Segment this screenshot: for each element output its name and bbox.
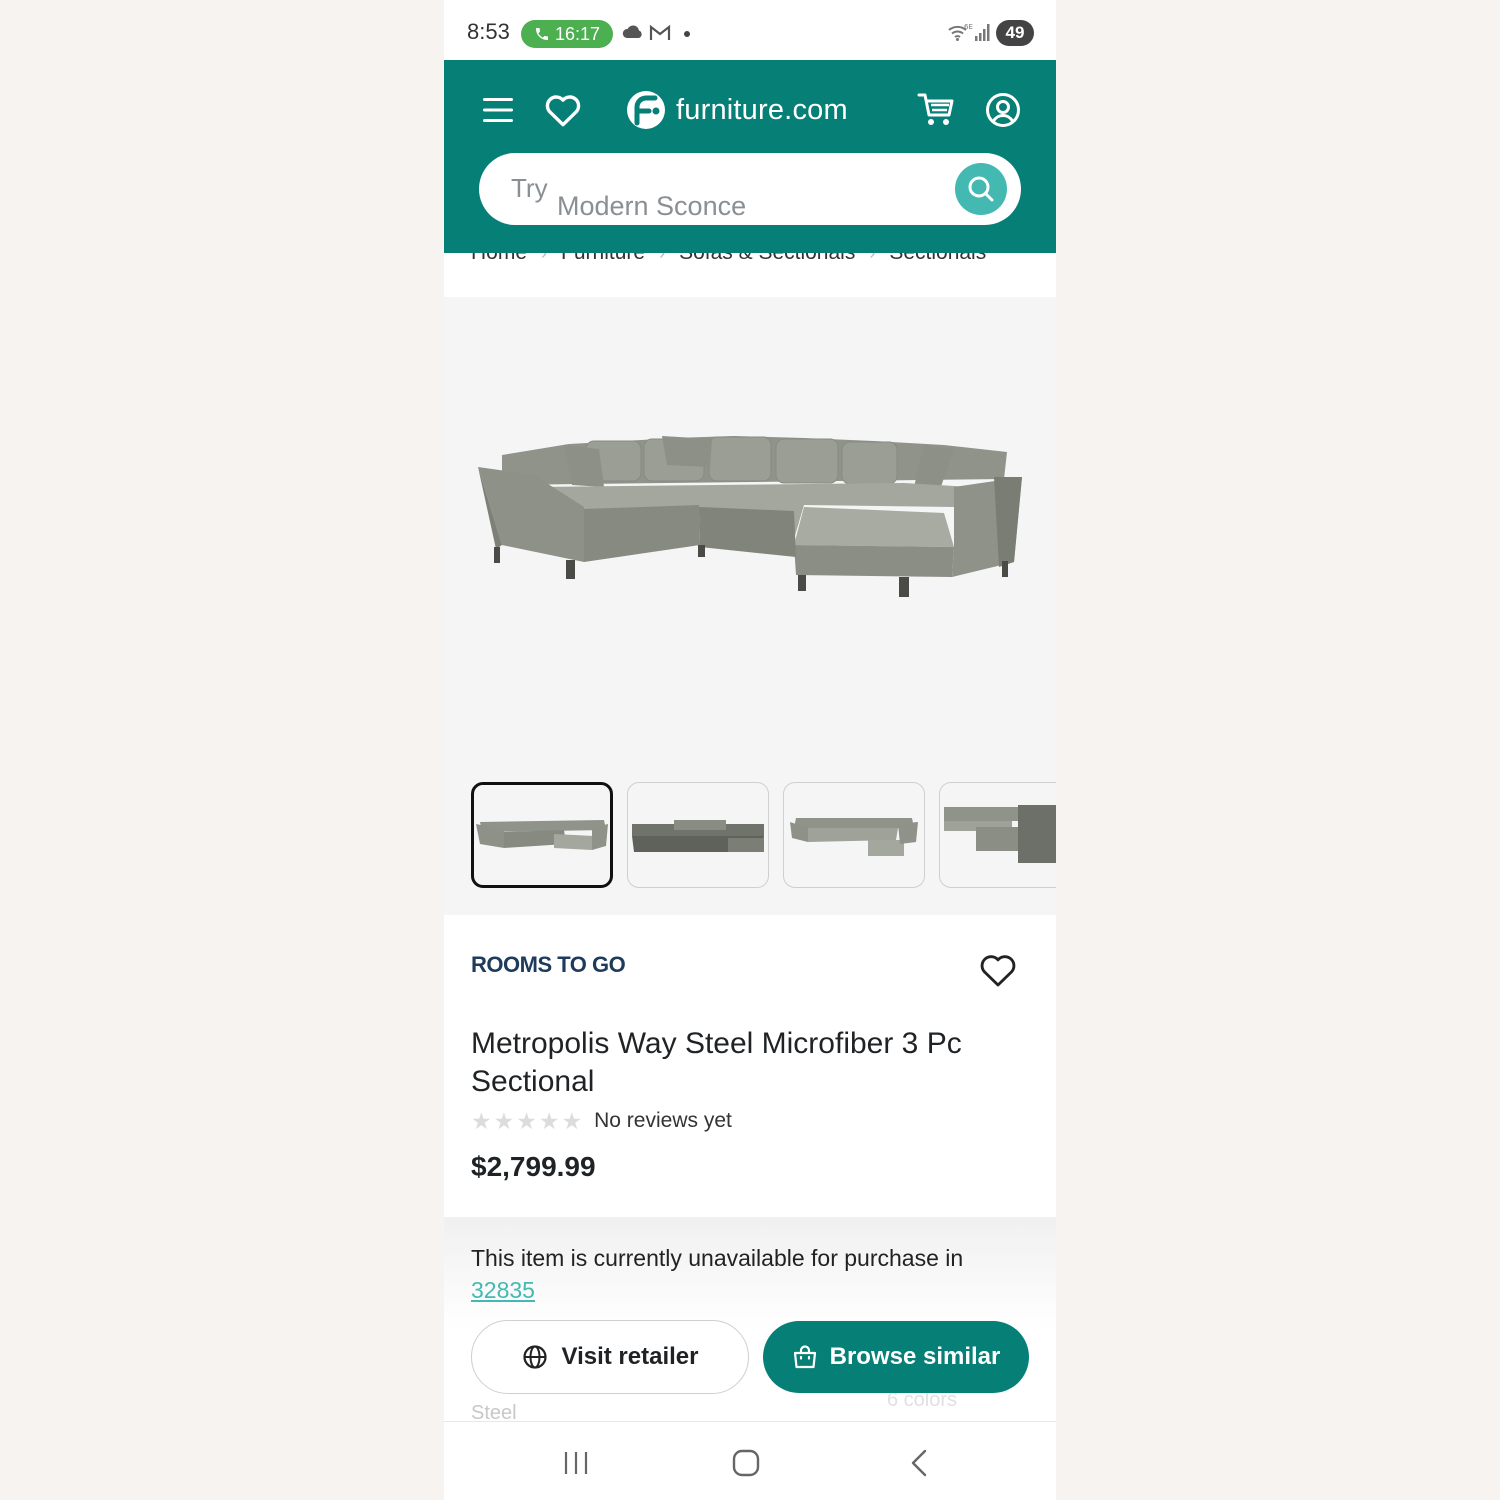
thumbnail-2[interactable] bbox=[627, 782, 769, 888]
breadcrumb-sectionals[interactable]: Sectionals bbox=[889, 253, 986, 265]
signal-icon bbox=[975, 24, 990, 41]
color-option-obscured: Steel bbox=[471, 1402, 517, 1421]
shopping-bag-icon bbox=[793, 1345, 816, 1369]
star-icon: ★ bbox=[493, 1107, 515, 1134]
availability-message: This item is currently unavailable for p… bbox=[471, 1242, 1031, 1306]
search-placeholder: Modern Sconce bbox=[557, 191, 747, 221]
battery-indicator: 49 bbox=[996, 20, 1034, 46]
thumbnail-strip bbox=[471, 782, 1056, 888]
browse-similar-label: Browse similar bbox=[829, 1343, 1001, 1370]
thumbnail-1[interactable] bbox=[471, 782, 613, 888]
breadcrumb-home[interactable]: Home bbox=[471, 253, 527, 265]
site-header: furniture.com Try Modern Sconce bbox=[444, 60, 1056, 253]
visit-retailer-button[interactable]: Visit retailer bbox=[471, 1320, 749, 1394]
phone-icon bbox=[535, 28, 548, 40]
thumbnail-3[interactable] bbox=[783, 782, 925, 888]
chevron-right-icon: › bbox=[869, 253, 875, 264]
visit-retailer-label: Visit retailer bbox=[561, 1343, 699, 1370]
status-bar: 8:53 16:17 6E 49 bbox=[444, 0, 1056, 60]
thumbnail-image bbox=[790, 818, 918, 856]
star-icon: ★ bbox=[538, 1107, 560, 1134]
search-try-prefix: Try bbox=[511, 173, 548, 203]
back-icon[interactable] bbox=[905, 1448, 935, 1478]
notification-dot bbox=[684, 31, 690, 37]
svg-text:6E: 6E bbox=[964, 23, 973, 31]
thumbnail-image bbox=[944, 805, 1056, 863]
home-icon[interactable] bbox=[731, 1448, 761, 1478]
gmail-icon bbox=[649, 24, 671, 40]
search-icon bbox=[968, 176, 994, 202]
product-main-image[interactable] bbox=[474, 427, 1030, 627]
product-rating[interactable]: ★ ★ ★ ★ ★ No reviews yet bbox=[471, 1109, 732, 1133]
thumbnail-4[interactable] bbox=[939, 782, 1056, 888]
retailer-logo[interactable]: ROOMS TO GO bbox=[471, 952, 626, 978]
heart-icon[interactable] bbox=[544, 93, 582, 127]
cloud-icon bbox=[622, 25, 642, 38]
call-indicator[interactable]: 16:17 bbox=[521, 20, 613, 48]
status-time: 8:53 bbox=[467, 19, 510, 44]
breadcrumb-furniture[interactable]: Furniture bbox=[561, 253, 645, 265]
thumbnail-image bbox=[632, 820, 764, 852]
rating-stars: ★ ★ ★ ★ ★ bbox=[471, 1107, 583, 1134]
star-icon: ★ bbox=[516, 1107, 537, 1134]
globe-icon bbox=[522, 1345, 547, 1369]
android-nav-bar bbox=[444, 1421, 1056, 1500]
breadcrumb-sofas-sectionals[interactable]: Sofas & Sectionals bbox=[679, 253, 855, 265]
search-input[interactable]: Try Modern Sconce bbox=[479, 153, 1021, 225]
brand-name: furniture.com bbox=[676, 93, 848, 126]
availability-panel: This item is currently unavailable for p… bbox=[444, 1217, 1056, 1421]
star-icon: ★ bbox=[471, 1107, 492, 1134]
breadcrumb: Home › Furniture › Sofas & Sectionals › … bbox=[444, 253, 1056, 297]
search-button[interactable] bbox=[955, 163, 1007, 215]
chevron-right-icon: › bbox=[541, 253, 547, 264]
menu-icon[interactable] bbox=[482, 96, 514, 124]
zip-code-link[interactable]: 32835 bbox=[471, 1277, 535, 1303]
thumbnail-image bbox=[476, 820, 608, 850]
furniture-com-logo[interactable]: furniture.com bbox=[626, 90, 848, 130]
product-title: Metropolis Way Steel Microfiber 3 Pc Sec… bbox=[471, 1027, 962, 1098]
product-gallery bbox=[444, 297, 1056, 915]
phone-screen: 8:53 16:17 6E 49 furniture.com Try Moder… bbox=[444, 0, 1056, 1500]
furniture-logo-icon bbox=[627, 91, 665, 129]
browse-similar-button[interactable]: Browse similar bbox=[763, 1321, 1029, 1393]
call-timer: 16:17 bbox=[554, 23, 601, 44]
retailer-name: ROOMS TO GO bbox=[471, 952, 626, 977]
wifi-6e-icon: 6E bbox=[948, 23, 973, 41]
reviews-text: No reviews yet bbox=[594, 1109, 732, 1132]
favorite-heart-icon[interactable] bbox=[979, 952, 1017, 988]
star-icon: ★ bbox=[561, 1107, 583, 1134]
account-icon[interactable] bbox=[985, 92, 1021, 128]
chevron-right-icon: › bbox=[659, 253, 665, 264]
recent-apps-icon[interactable] bbox=[561, 1448, 591, 1478]
product-info: ROOMS TO GO Metropolis Way Steel Microfi… bbox=[444, 915, 1056, 1217]
cart-icon[interactable] bbox=[917, 92, 955, 128]
product-price: $2,799.99 bbox=[471, 1151, 596, 1182]
availability-text: This item is currently unavailable for p… bbox=[471, 1245, 964, 1271]
